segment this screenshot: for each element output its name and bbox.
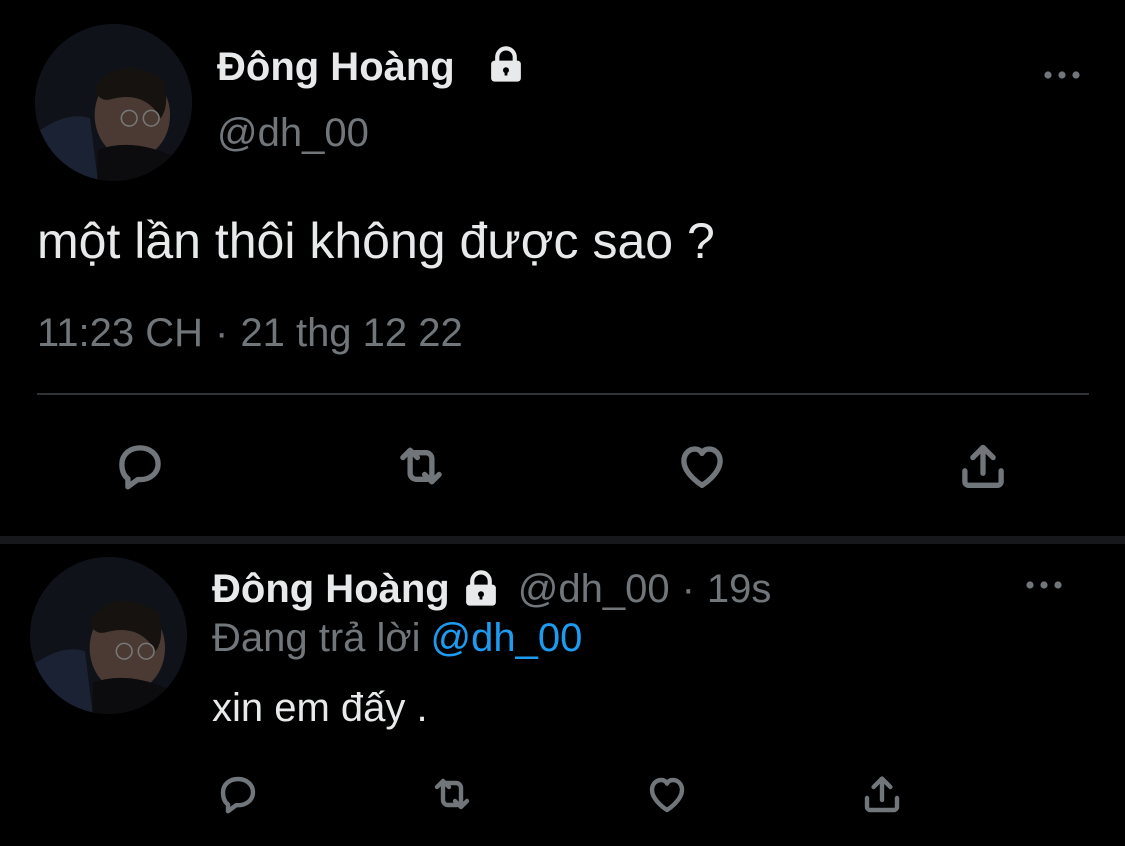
heart-icon xyxy=(681,446,723,488)
reply-time-ago[interactable]: 19s xyxy=(707,563,772,615)
reply-icon xyxy=(119,445,161,490)
reply-header: Đông Hoàng @dh_00 · 19s xyxy=(212,563,771,615)
reply-button[interactable] xyxy=(108,434,172,498)
lock-icon xyxy=(460,568,502,610)
retweet-button[interactable] xyxy=(426,768,478,820)
divider xyxy=(37,393,1089,395)
share-icon xyxy=(962,444,1004,488)
share-button[interactable] xyxy=(951,434,1015,498)
share-button[interactable] xyxy=(856,768,908,820)
retweet-icon xyxy=(434,778,470,810)
reply-author-handle[interactable]: @dh_00 xyxy=(518,563,670,615)
reply-text: xin em đấy . xyxy=(212,686,428,730)
reply-author-avatar[interactable] xyxy=(30,557,187,714)
replying-to-label: Đang trả lời xyxy=(212,616,421,660)
retweet-icon xyxy=(400,447,442,485)
meta-separator: · xyxy=(215,311,229,355)
replying-to-mention[interactable]: @dh_00 xyxy=(431,616,583,660)
tweet-timestamp[interactable]: 11:23 CH · 21 thg 12 22 xyxy=(37,306,463,360)
heart-icon xyxy=(649,777,685,813)
more-icon[interactable] xyxy=(1040,60,1084,90)
tweet-text: một lần thôi không được sao ? xyxy=(37,213,715,269)
header-separator: · xyxy=(681,567,695,611)
reply-author-name[interactable]: Đông Hoàng xyxy=(212,563,450,615)
retweet-button[interactable] xyxy=(389,434,453,498)
share-icon xyxy=(864,776,900,813)
like-button[interactable] xyxy=(670,434,734,498)
section-separator xyxy=(0,536,1125,544)
more-icon[interactable] xyxy=(1022,570,1066,600)
author-handle[interactable]: @dh_00 xyxy=(217,108,369,158)
tweet-time: 11:23 CH xyxy=(37,311,204,355)
replying-to: Đang trả lời @dh_00 xyxy=(212,612,582,664)
lock-icon xyxy=(485,44,527,86)
author-name[interactable]: Đông Hoàng xyxy=(217,42,455,92)
tweet-date: 21 thg 12 22 xyxy=(240,311,463,355)
author-avatar[interactable] xyxy=(35,24,192,181)
reply-button[interactable] xyxy=(212,768,264,820)
reply-icon xyxy=(220,776,256,814)
like-button[interactable] xyxy=(641,768,693,820)
